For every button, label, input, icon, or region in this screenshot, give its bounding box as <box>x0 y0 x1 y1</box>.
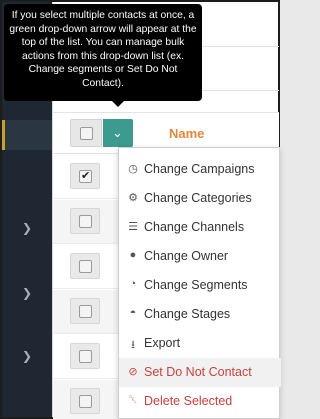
menu-item-label: Export <box>144 336 181 350</box>
row-checkbox-wrapper <box>70 253 100 279</box>
menu-item-label: Delete Selected <box>144 394 233 408</box>
chevron-down-icon: ⌄ <box>112 125 123 140</box>
bulk-actions-dropdown-button[interactable]: ⌄ <box>103 119 133 147</box>
list-icon: ☰ <box>128 221 138 233</box>
select-all-checkbox[interactable] <box>80 127 93 140</box>
sidebar-active-item[interactable] <box>2 120 52 150</box>
menu-item-set-do-not-contact[interactable]: ⊘ Set Do Not Contact <box>119 358 281 387</box>
menu-item-label: Change Campaigns <box>144 162 255 176</box>
trash-icon: ␡ <box>128 394 138 406</box>
bulk-actions-tooltip: If you select multiple contacts at once,… <box>4 4 202 101</box>
menu-item-delete-selected[interactable]: ␡ Delete Selected <box>119 387 281 416</box>
tooltip-arrow <box>112 101 124 107</box>
row-checkbox[interactable] <box>79 395 92 408</box>
row-checkbox-wrapper <box>70 343 100 369</box>
menu-item-change-channels[interactable]: ☰ Change Channels <box>119 213 281 242</box>
select-all-wrapper <box>70 119 102 147</box>
dashboard-icon: ◓ <box>129 307 137 319</box>
bulk-actions-menu: ◷ Change Campaigns ⚙ Change Categories ☰… <box>118 147 281 419</box>
menu-item-change-stages[interactable]: ◓ Change Stages <box>119 300 281 329</box>
row-checkbox[interactable] <box>79 215 92 228</box>
menu-item-export[interactable]: ⭳ Export <box>119 329 281 358</box>
clock-icon: ◷ <box>128 163 138 175</box>
menu-item-label: Change Channels <box>144 220 245 234</box>
row-checkbox-wrapper <box>70 208 100 234</box>
download-icon: ⭳ <box>131 339 135 351</box>
chevron-right-icon[interactable]: ❯ <box>22 287 32 299</box>
user-icon: ● <box>129 249 137 261</box>
menu-item-label: Change Segments <box>144 278 248 292</box>
row-checkbox[interactable] <box>79 305 92 318</box>
menu-item-label: Change Categories <box>144 191 252 205</box>
row-checkbox-wrapper <box>70 298 100 324</box>
pie-chart-icon: ◔ <box>129 278 137 290</box>
row-checkbox[interactable] <box>79 169 92 183</box>
ban-icon: ⊘ <box>128 366 138 378</box>
menu-item-change-categories[interactable]: ⚙ Change Categories <box>119 184 281 213</box>
menu-item-label: Set Do Not Contact <box>144 365 252 379</box>
cogs-icon: ⚙ <box>128 192 138 204</box>
chevron-right-icon[interactable]: ❯ <box>22 222 32 234</box>
row-checkbox[interactable] <box>79 350 92 363</box>
menu-item-change-campaigns[interactable]: ◷ Change Campaigns <box>119 155 281 184</box>
chevron-right-icon[interactable]: ❯ <box>22 350 32 362</box>
menu-item-change-owner[interactable]: ● Change Owner <box>119 242 281 271</box>
menu-item-label: Change Stages <box>144 307 231 321</box>
row-checkbox-wrapper <box>70 388 100 414</box>
row-checkbox[interactable] <box>79 260 92 273</box>
row-checkbox-wrapper <box>70 163 100 189</box>
name-column-header[interactable]: Name <box>169 126 204 141</box>
menu-item-change-segments[interactable]: ◔ Change Segments <box>119 271 281 300</box>
menu-item-label: Change Owner <box>144 249 229 263</box>
